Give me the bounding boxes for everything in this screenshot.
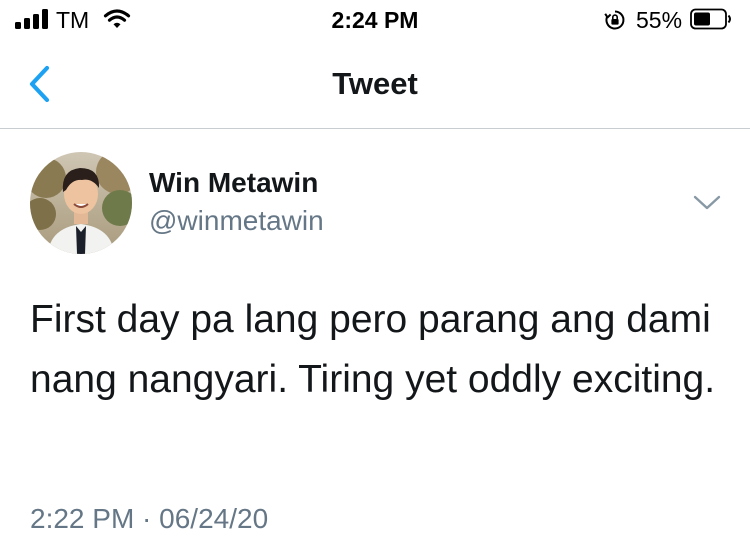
page-title: Tweet <box>332 66 418 101</box>
battery-percent: 55% <box>636 7 683 33</box>
chevron-down-icon[interactable] <box>692 192 722 214</box>
author-display-name[interactable]: Win Metawin <box>149 166 318 200</box>
battery-icon <box>690 8 731 30</box>
profile-photo <box>30 152 132 254</box>
navigation-bar: Tweet <box>0 40 750 129</box>
tweet-timestamp[interactable]: 2:22 PM · 06/24/20 <box>30 502 268 536</box>
author-handle[interactable]: @winmetawin <box>149 204 324 238</box>
status-bar: TM 2:24 PM 55% <box>0 0 750 40</box>
avatar[interactable] <box>30 152 132 254</box>
orientation-lock-icon <box>604 10 625 30</box>
tweet-text: First day pa lang pero parang ang dami n… <box>30 298 716 401</box>
